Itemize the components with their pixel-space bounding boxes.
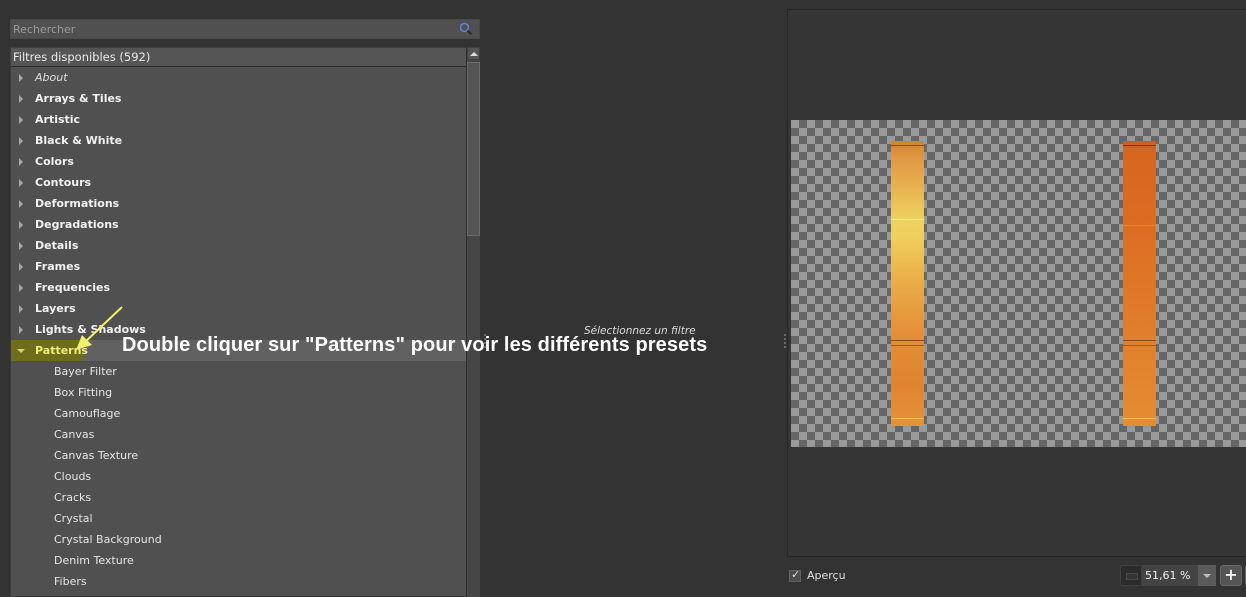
- category-row[interactable]: Frequencies: [11, 277, 467, 298]
- category-label: Arrays & Tiles: [35, 92, 122, 105]
- filter-count-header[interactable]: Filtres disponibles (592): [11, 48, 467, 67]
- filter-label: Canvas: [54, 428, 95, 441]
- search-input[interactable]: [11, 20, 451, 38]
- category-row[interactable]: Arrays & Tiles: [11, 88, 467, 109]
- preview-checkbox-label: Aperçu: [807, 569, 846, 582]
- filter-row[interactable]: Box Fitting: [11, 382, 467, 403]
- expand-arrow-right-icon[interactable]: [19, 242, 23, 250]
- filter-label: Fibers: [54, 575, 87, 588]
- zoom-in-button[interactable]: +: [1220, 565, 1242, 586]
- filter-row[interactable]: Bayer Filter: [11, 361, 467, 382]
- zoom-controls: 51,61 % + ◐: [1120, 565, 1246, 586]
- annotation-text: Double cliquer sur "Patterns" pour voir …: [122, 334, 708, 356]
- category-row[interactable]: Degradations: [11, 214, 467, 235]
- expand-arrow-right-icon[interactable]: [19, 116, 23, 124]
- filter-label: Cracks: [54, 491, 92, 504]
- expand-arrow-down-icon[interactable]: [17, 349, 25, 353]
- category-label: Contours: [35, 176, 92, 189]
- preview-right-bar: [1123, 141, 1156, 426]
- category-label: Degradations: [35, 218, 119, 231]
- expand-arrow-right-icon[interactable]: [19, 326, 23, 334]
- category-row[interactable]: Artistic: [11, 109, 467, 130]
- filter-row[interactable]: Fibers: [11, 571, 467, 592]
- category-row[interactable]: Details: [11, 235, 467, 256]
- select-filter-hint: Sélectionnez un filtre: [584, 325, 696, 337]
- filter-row[interactable]: Crystal Background: [11, 529, 467, 550]
- filter-label: Denim Texture: [54, 554, 134, 567]
- filter-label: Box Fitting: [54, 386, 113, 399]
- category-row[interactable]: Frames: [11, 256, 467, 277]
- scroll-thumb[interactable]: [467, 62, 480, 236]
- expand-arrow-right-icon[interactable]: [19, 95, 23, 103]
- filter-label: Crystal Background: [54, 533, 162, 546]
- filter-row[interactable]: Canvas: [11, 424, 467, 445]
- category-row[interactable]: Deformations: [11, 193, 467, 214]
- category-label: Deformations: [35, 197, 120, 210]
- search-icon[interactable]: [459, 22, 473, 36]
- category-row[interactable]: About: [11, 67, 467, 88]
- preview-canvas: [791, 120, 1246, 447]
- expand-arrow-right-icon[interactable]: [19, 179, 23, 187]
- category-label: Details: [35, 239, 79, 252]
- search-box[interactable]: [10, 19, 480, 39]
- preview-toggle[interactable]: Aperçu: [789, 568, 846, 582]
- zoom-dropdown-button[interactable]: [1198, 565, 1216, 586]
- expand-arrow-right-icon[interactable]: [19, 305, 23, 313]
- category-row[interactable]: Colors: [11, 151, 467, 172]
- scroll-up-button[interactable]: [467, 47, 480, 60]
- preview-checkbox[interactable]: [789, 568, 801, 582]
- category-label: Frames: [35, 260, 81, 273]
- zoom-out-button[interactable]: [1120, 565, 1142, 586]
- tree-scrollbar[interactable]: [466, 47, 480, 597]
- filter-label: Crystal: [54, 512, 93, 525]
- filter-row[interactable]: Clouds: [11, 466, 467, 487]
- category-row[interactable]: Black & White: [11, 130, 467, 151]
- preview-left-bar: [891, 141, 924, 426]
- filter-label: Bayer Filter: [54, 365, 117, 378]
- category-label: About: [35, 71, 68, 84]
- filter-label: Canvas Texture: [54, 449, 139, 462]
- filter-row[interactable]: Camouflage: [11, 403, 467, 424]
- category-label: Artistic: [35, 113, 81, 126]
- filter-row[interactable]: Crystal: [11, 508, 467, 529]
- expand-arrow-right-icon[interactable]: [19, 284, 23, 292]
- annotation-arrow-icon: [76, 306, 123, 350]
- expand-arrow-right-icon[interactable]: [19, 137, 23, 145]
- filter-row[interactable]: Denim Texture: [11, 550, 467, 571]
- filter-label: Clouds: [54, 470, 92, 483]
- category-label: Frequencies: [35, 281, 110, 294]
- expand-arrow-right-icon[interactable]: [19, 200, 23, 208]
- expand-arrow-right-icon[interactable]: [19, 158, 23, 166]
- expand-arrow-right-icon[interactable]: [19, 221, 23, 229]
- left-splitter-handle[interactable]: [484, 334, 486, 348]
- filter-label: Camouflage: [54, 407, 121, 420]
- category-label: Colors: [35, 155, 74, 168]
- category-row[interactable]: Contours: [11, 172, 467, 193]
- preview-pane[interactable]: [787, 9, 1246, 557]
- expand-arrow-right-icon[interactable]: [19, 263, 23, 271]
- category-label: Black & White: [35, 134, 123, 147]
- right-splitter-handle[interactable]: [784, 334, 786, 348]
- filter-row[interactable]: Cracks: [11, 487, 467, 508]
- filter-row[interactable]: Canvas Texture: [11, 445, 467, 466]
- expand-arrow-right-icon[interactable]: [19, 74, 23, 82]
- zoom-level-field[interactable]: 51,61 %: [1142, 565, 1198, 586]
